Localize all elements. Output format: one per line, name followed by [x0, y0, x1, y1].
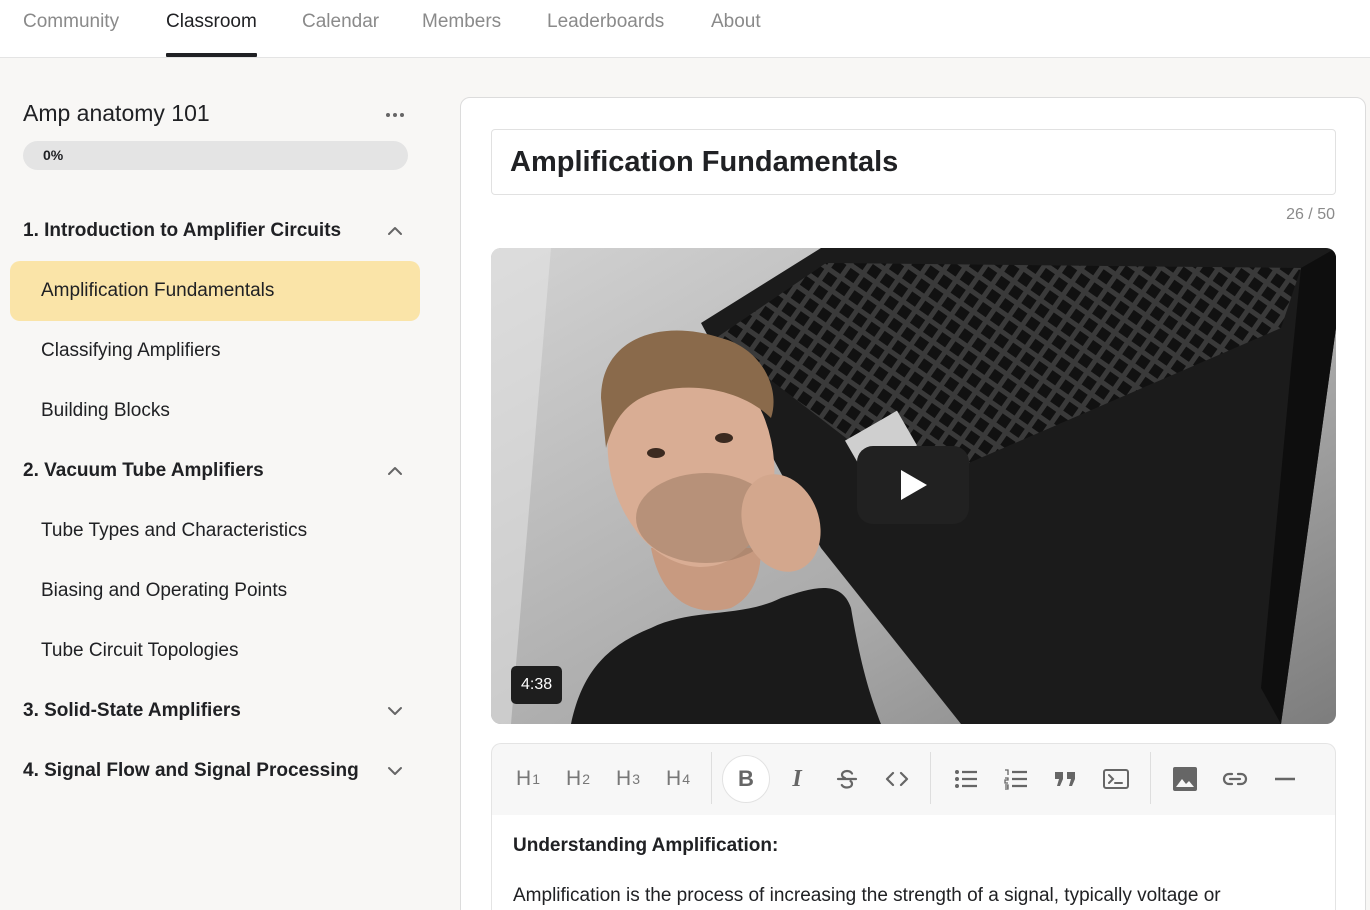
module-title: 4. Signal Flow and Signal Processing [23, 760, 359, 781]
heading-3-button[interactable]: H3 [605, 756, 651, 802]
title-char-count: 26 / 50 [1286, 206, 1335, 223]
lesson-item-tube-types[interactable]: Tube Types and Characteristics [10, 501, 420, 561]
terminal-icon [1103, 769, 1129, 789]
lesson-editor-card: 26 / 50 [460, 97, 1366, 910]
lesson-title-input[interactable] [491, 129, 1336, 195]
ellipsis-icon[interactable] [380, 104, 410, 126]
module-4-header[interactable]: 4. Signal Flow and Signal Processing [23, 751, 418, 791]
tab-about[interactable]: About [711, 0, 761, 58]
top-nav: Community Classroom Calendar Members Lea… [0, 0, 1370, 58]
quote-icon [1055, 772, 1075, 786]
link-icon [1222, 772, 1248, 786]
tab-classroom[interactable]: Classroom [166, 0, 257, 58]
tab-members[interactable]: Members [422, 0, 501, 58]
numbered-list-icon [1004, 769, 1027, 790]
toolbar-divider [1150, 752, 1151, 804]
heading-2-level: 2 [582, 771, 590, 787]
insert-link-button[interactable] [1212, 756, 1258, 802]
lesson-item-biasing[interactable]: Biasing and Operating Points [10, 561, 420, 621]
course-progress-bar: 0% [23, 141, 408, 170]
lesson-item-classifying-amplifiers[interactable]: Classifying Amplifiers [10, 321, 420, 381]
course-title: Amp anatomy 101 [23, 100, 210, 126]
insert-image-button[interactable] [1162, 756, 1208, 802]
video-player[interactable]: 4:38 [491, 248, 1336, 724]
lesson-item-amplification-fundamentals[interactable]: Amplification Fundamentals [10, 261, 420, 321]
heading-1-level: 1 [532, 771, 540, 787]
blockquote-button[interactable] [1043, 756, 1089, 802]
video-duration-badge: 4:38 [511, 666, 563, 704]
toolbar-divider [711, 752, 712, 804]
italic-button[interactable]: I [774, 756, 820, 802]
chevron-up-icon[interactable] [385, 461, 405, 481]
lesson-content-editor[interactable]: Understanding Amplification: Amplificati… [491, 815, 1336, 910]
code-icon [885, 771, 909, 787]
heading-4-letter: H [666, 767, 682, 790]
content-heading: Understanding Amplification: [513, 835, 779, 856]
heading-2-button[interactable]: H2 [555, 756, 601, 802]
module-title: 1. Introduction to Amplifier Circuits [23, 220, 342, 241]
module-3-header[interactable]: 3. Solid-State Amplifiers [23, 691, 418, 731]
chevron-down-icon[interactable] [385, 701, 405, 721]
bullet-list-button[interactable] [943, 756, 989, 802]
numbered-list-button[interactable] [993, 756, 1039, 802]
strikethrough-icon [836, 769, 858, 789]
module-1-header[interactable]: 1. Introduction to Amplifier Circuits [23, 211, 418, 251]
horizontal-rule-icon [1275, 777, 1295, 781]
code-block-button[interactable] [1093, 756, 1139, 802]
heading-2-letter: H [566, 767, 582, 790]
horizontal-rule-button[interactable] [1262, 756, 1308, 802]
lesson-item-building-blocks[interactable]: Building Blocks [10, 381, 420, 441]
formatting-toolbar: H1 H2 H3 H4 B I [491, 743, 1336, 815]
progress-label: 0% [43, 147, 64, 163]
inline-code-button[interactable] [874, 756, 920, 802]
tab-leaderboards[interactable]: Leaderboards [547, 0, 664, 58]
content-paragraph: Amplification is the process of increasi… [513, 885, 1221, 906]
chevron-up-icon[interactable] [385, 221, 405, 241]
tab-calendar[interactable]: Calendar [302, 0, 379, 58]
module-title: 2. Vacuum Tube Amplifiers [23, 460, 264, 481]
heading-1-button[interactable]: H1 [505, 756, 551, 802]
heading-3-level: 3 [632, 771, 640, 787]
chevron-down-icon[interactable] [385, 761, 405, 781]
bullet-list-icon [955, 770, 977, 788]
toolbar-divider [930, 752, 931, 804]
module-2-header[interactable]: 2. Vacuum Tube Amplifiers [23, 451, 418, 491]
heading-4-button[interactable]: H4 [655, 756, 701, 802]
module-title: 3. Solid-State Amplifiers [23, 700, 241, 721]
heading-3-letter: H [616, 767, 632, 790]
image-icon [1173, 767, 1197, 791]
play-icon [901, 470, 927, 500]
tab-community[interactable]: Community [23, 0, 119, 58]
play-button[interactable] [857, 446, 969, 524]
bold-button[interactable]: B [722, 755, 770, 803]
lesson-item-tube-topologies[interactable]: Tube Circuit Topologies [10, 621, 420, 681]
heading-1-letter: H [516, 767, 532, 790]
strikethrough-button[interactable] [824, 756, 870, 802]
heading-4-level: 4 [682, 771, 690, 787]
